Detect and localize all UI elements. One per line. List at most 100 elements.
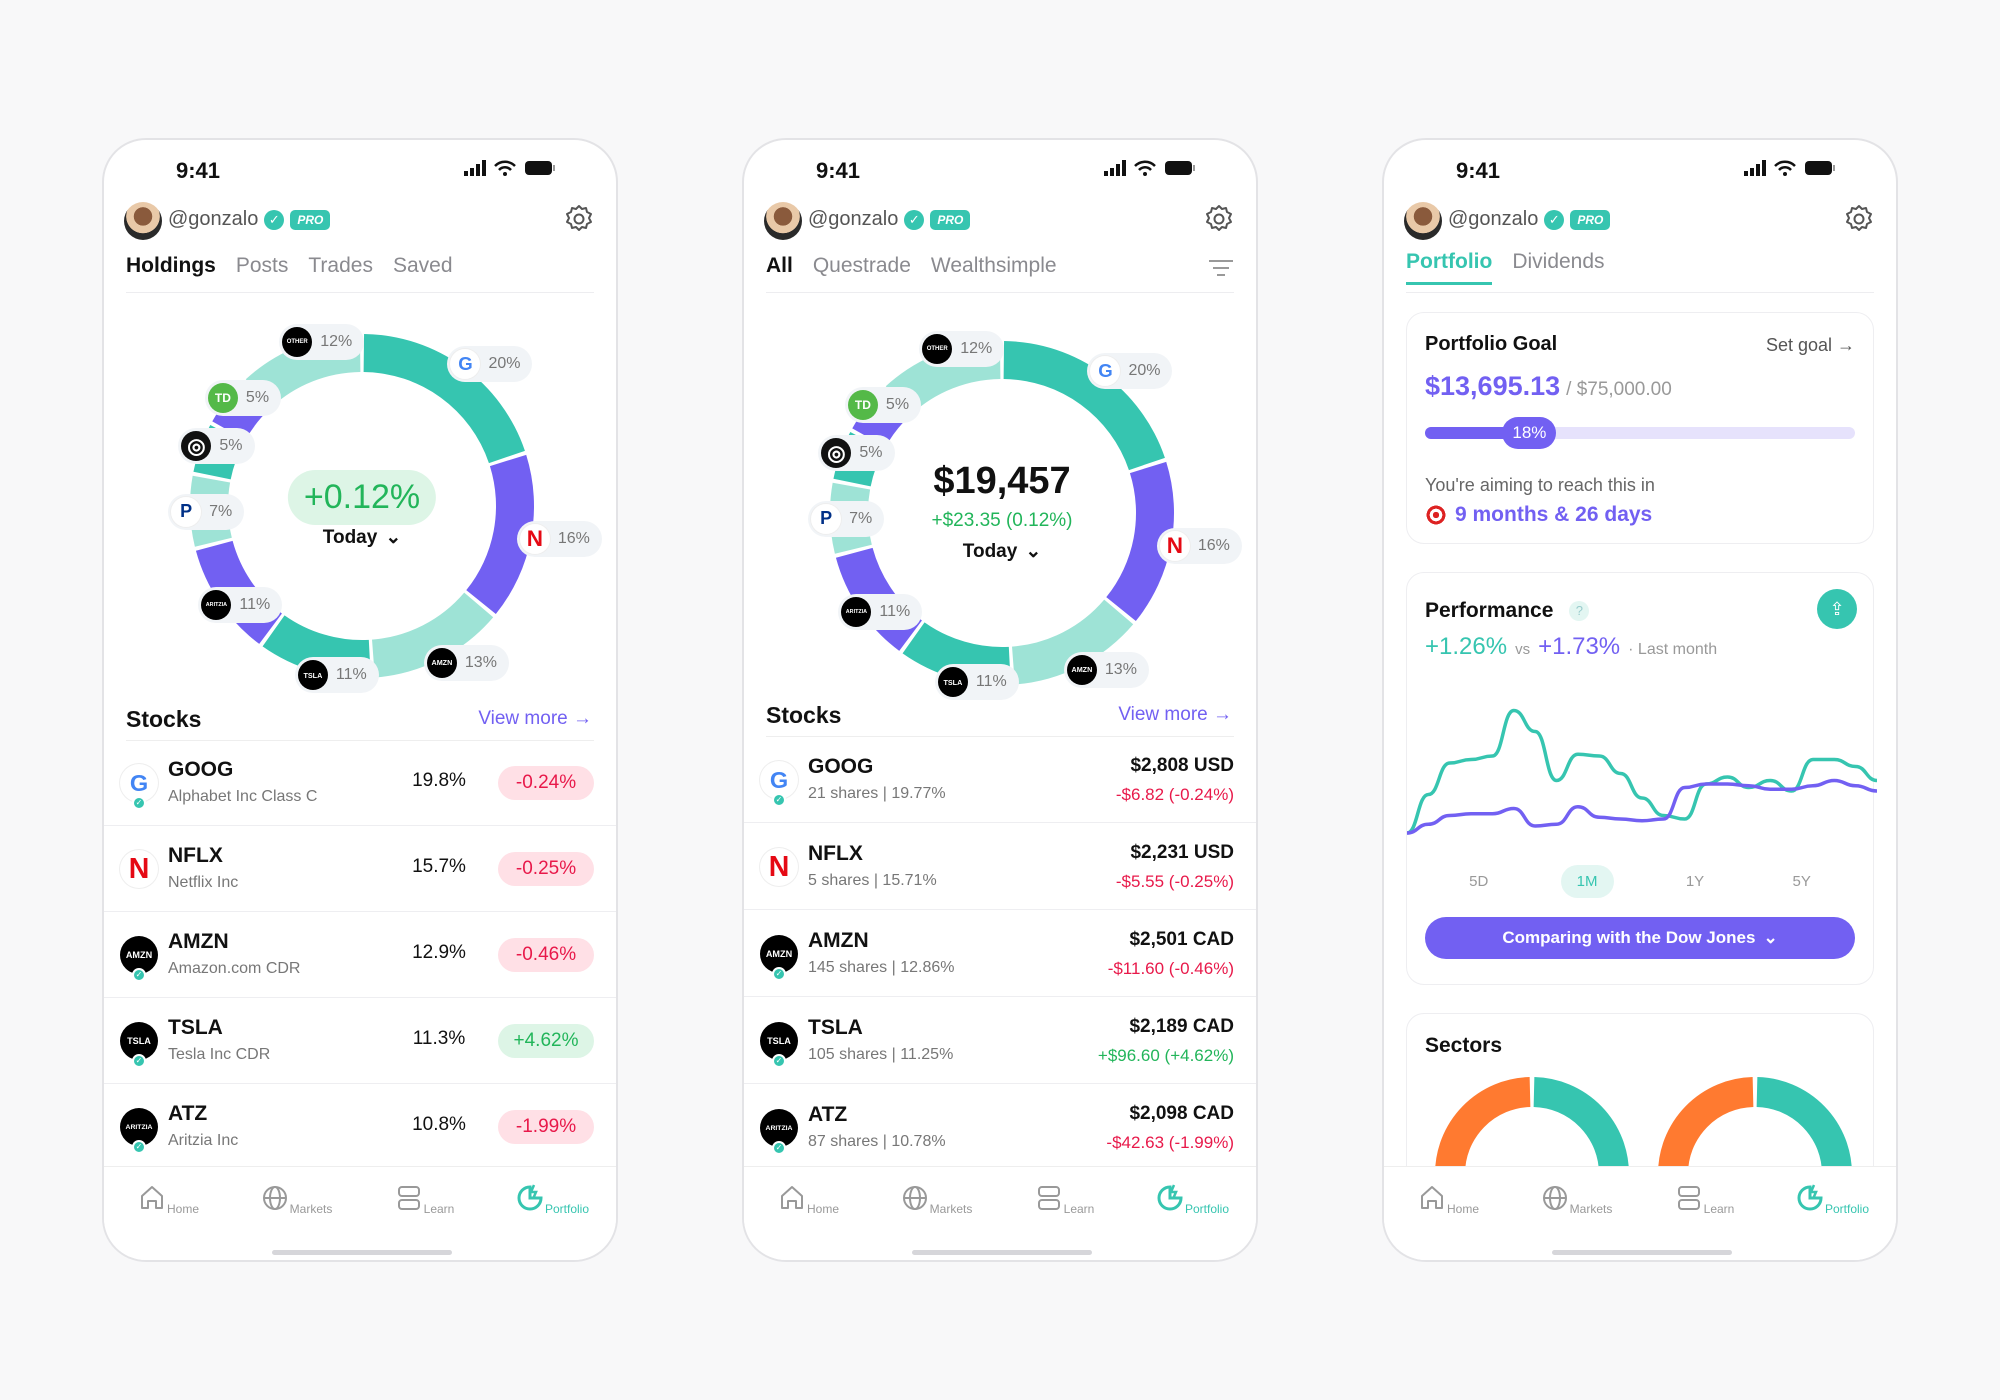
shares-detail: 5 shares | 15.71% [808,872,937,889]
stock-row[interactable]: AMZN ✓ AMZN Amazon.com CDR 12.9% -0.46% [104,912,616,998]
stock-row[interactable]: TSLA ✓ TSLA 105 shares | 11.25% $2,189 CAD +$… [744,998,1256,1084]
goal-target: / $75,000.00 [1566,379,1672,400]
allocation-pct: 16% [557,529,590,547]
help-icon[interactable]: ? [1569,601,1590,621]
settings-gear-icon[interactable] [1204,204,1234,234]
weight: 19.8% [412,770,466,791]
tab-all[interactable]: All [766,254,793,278]
avatar [764,202,802,240]
settings-gear-icon[interactable] [1844,204,1874,234]
company-name: Tesla Inc CDR [168,1046,271,1063]
settings-gear-icon[interactable] [564,204,594,234]
owned-check-icon: ✓ [772,1141,786,1155]
td-logo-icon: TD [847,390,878,421]
period-tab-5y[interactable]: 5Y [1776,865,1826,898]
amzn-logo-icon: AMZN [426,647,457,678]
view-more-link[interactable]: View more → [478,708,592,730]
tab-trades[interactable]: Trades [308,254,373,278]
period-tabs: 5D 1M 1Y 5Y [1425,865,1855,898]
username: @gonzalo [1448,208,1539,230]
allocation-pct: 5% [245,389,270,407]
allocation-pct: 12% [960,340,993,358]
allocation-label-td: TD 5% [844,387,922,424]
portfolio-goal-card: Portfolio Goal Set goal → $13,695.13/ $75,… [1406,312,1874,544]
status-time: 9:41 [176,158,221,183]
sector-arc-orange [1658,1077,1754,1175]
allocation-label-tsla: TSLA 11% [294,657,379,693]
filter-icon[interactable] [1208,258,1234,278]
stock-row[interactable]: N NFLX Netflix Inc 15.7% -0.25% [104,826,616,912]
section-title: Stocks [766,702,842,728]
nav-label: Markets [289,1202,333,1216]
ticker: NFLX [808,842,863,865]
netflix-logo-icon: N [760,848,798,886]
username: @gonzalo [168,208,259,230]
tab-questrade[interactable]: Questrade [813,254,911,278]
avatar [124,202,162,240]
ring-logo-icon: ◎ [181,431,212,462]
share-button[interactable]: ⇪ [1817,589,1857,629]
allocation-pct: 13% [464,653,497,671]
stock-row[interactable]: G ✓ GOOG 21 shares | 19.77% $2,808 USD -$6.82… [744,737,1256,823]
status-icons [1744,160,1836,176]
goal-amount: $13,695.13/ $75,000.00 [1425,371,1672,402]
stock-row[interactable]: ARITZIA ✓ ATZ Aritzia Inc 10.8% -1.99% [104,1084,616,1170]
period-tab-1y[interactable]: 1Y [1670,865,1720,898]
allocation-label-nflx: N 16% [516,520,602,557]
card-title: Sectors [1425,1034,1503,1057]
owned-check-icon: ✓ [772,967,786,981]
goal-progress-bar: 18% [1425,417,1855,449]
aritzia-logo-icon: ARITZIA [841,596,872,627]
divider [126,292,594,293]
stock-row[interactable]: ARITZIA ✓ ATZ 87 shares | 10.78% $2,098 CAD -… [744,1085,1256,1171]
company-name: Netflix Inc [168,874,239,891]
stock-row[interactable]: TSLA ✓ TSLA Tesla Inc CDR 11.3% +4.62% [104,998,616,1084]
weight: 11.3% [412,1028,466,1049]
weight: 15.7% [412,856,466,877]
tab-saved[interactable]: Saved [393,254,453,278]
view-more-link[interactable]: View more → [1118,704,1232,726]
allocation-label-pypl: P 7% [808,500,885,537]
position-value: $2,808 USD [1130,755,1234,776]
tab-holdings[interactable]: Holdings [126,254,216,278]
nav-portfolio[interactable]: Portfolio [488,1167,616,1260]
nav-learn[interactable]: Learn [1000,1167,1128,1260]
paypal-logo-icon: P [171,496,202,527]
set-goal-link[interactable]: Set goal → [1766,335,1855,356]
nav-learn[interactable]: Learn [1640,1167,1768,1260]
learn-icon [1034,1183,1064,1213]
nav-markets[interactable]: Markets [872,1167,1000,1260]
tab-dividends[interactable]: Dividends [1512,250,1604,285]
tab-portfolio[interactable]: Portfolio [1406,250,1493,285]
home-icon [1417,1183,1447,1213]
nav-learn[interactable]: Learn [360,1167,488,1260]
period-tab-5d[interactable]: 5D [1453,865,1504,898]
nav-markets[interactable]: Markets [1512,1167,1640,1260]
tab-posts[interactable]: Posts [236,254,289,278]
weight: 12.9% [412,942,466,963]
period-selector[interactable]: Today ⌄ [963,540,1041,563]
shares-detail: 145 shares | 12.86% [808,959,955,976]
aritzia-logo-icon: ARITZIA [201,589,232,620]
stock-row[interactable]: G ✓ GOOG Alphabet Inc Class C 19.8% -0.24% [104,740,616,826]
owned-check-icon: ✓ [772,793,786,807]
avatar [1404,202,1442,240]
nav-home[interactable]: Home [744,1167,872,1260]
nav-portfolio[interactable]: Portfolio [1768,1167,1896,1260]
stock-row[interactable]: N NFLX 5 shares | 15.71% $2,231 USD -$5.55 (… [744,824,1256,910]
stock-row[interactable]: AMZN ✓ AMZN 145 shares | 12.86% $2,501 CAD -$… [744,911,1256,997]
nav-home[interactable]: Home [1384,1167,1512,1260]
period-selector[interactable]: Today ⌄ [323,526,401,549]
owned-check-icon: ✓ [132,1054,146,1068]
nav-portfolio[interactable]: Portfolio [1128,1167,1256,1260]
tab-wealthsimple[interactable]: Wealthsimple [931,254,1057,278]
globe-icon [1540,1183,1570,1213]
compare-benchmark-button[interactable]: Comparing with the Dow Jones ⌄ [1425,917,1855,959]
nav-home[interactable]: Home [104,1167,232,1260]
divider [766,292,1234,293]
allocation-label-atz: ARITZIA 11% [838,593,923,630]
wifi-icon [494,160,516,176]
nav-markets[interactable]: Markets [232,1167,360,1260]
period-tab-1m[interactable]: 1M [1560,865,1614,898]
google-logo-icon: G [1090,355,1121,386]
